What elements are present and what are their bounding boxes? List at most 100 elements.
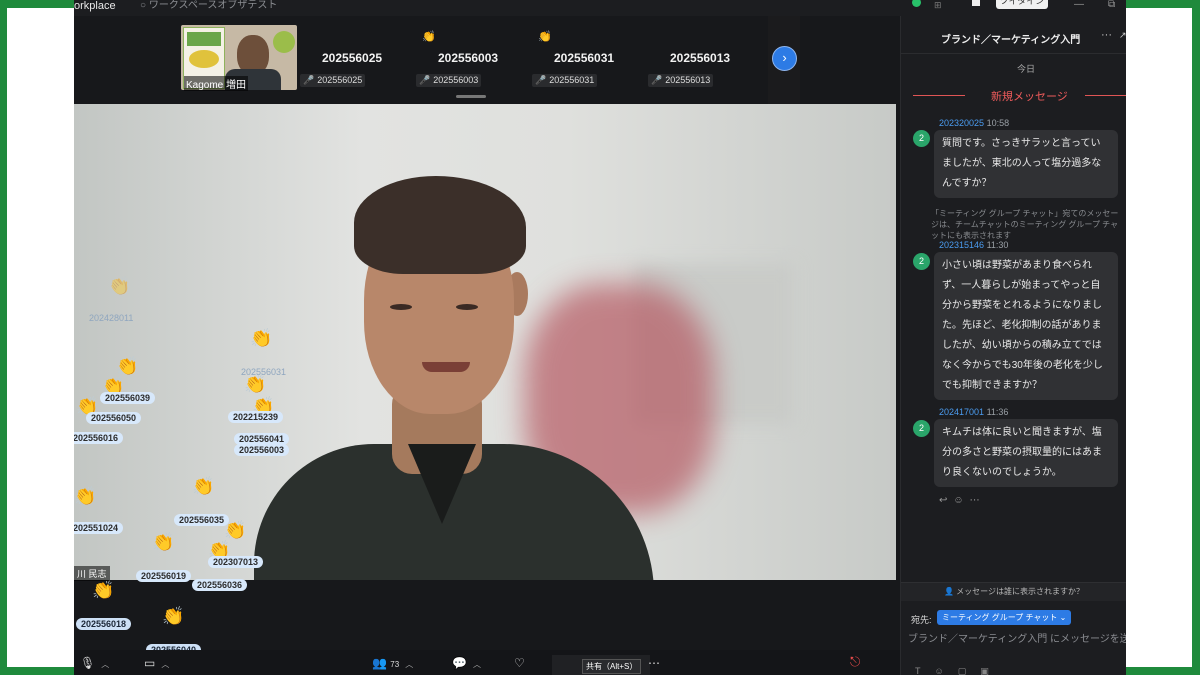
record-icon[interactable] — [972, 0, 980, 6]
chevron-up-icon[interactable]: ︿ — [101, 660, 109, 669]
participant-tile-name[interactable]: 202556003 — [438, 51, 498, 65]
security-shield-icon[interactable] — [912, 0, 921, 7]
microphone-icon[interactable]: 🎙 — [80, 656, 95, 670]
more-icon[interactable]: ⋯ — [970, 495, 986, 506]
minimize-icon[interactable]: — — [1074, 0, 1084, 10]
pop-out-icon[interactable]: ↗ — [1119, 30, 1126, 41]
message-input[interactable]: ブランド／マーケティング入門 にメッセージを送信 — [908, 630, 1126, 645]
raised-hand-icon: 👏 — [538, 31, 552, 43]
title-bar: orkplace ○ ワークスペースオブザテスト ⊞ ツイタイン — ⧉ — [74, 0, 1126, 16]
message-bubble[interactable]: キムチは体に良いと聞きますが、塩分の多さと野菜の摂取量的にはあまり良くないのでし… — [934, 419, 1118, 487]
video-control[interactable]: ▭ ︿ — [144, 656, 169, 670]
message-actions: ↩☺⋯ — [939, 495, 986, 506]
message-meta: 202320025 10:58 — [939, 118, 1009, 128]
participant-tile-name[interactable]: 202556013 — [670, 51, 730, 65]
clap-icon: 👏 — [162, 606, 185, 626]
workspace-name: ○ ワークスペースオブザテスト — [140, 0, 278, 11]
tile-sub-text: 202556031 — [549, 75, 595, 85]
chevron-up-icon[interactable]: ︿ — [473, 660, 481, 669]
participant-tile-name[interactable]: 202556031 — [554, 51, 614, 65]
speaker-collar — [408, 444, 476, 524]
more-icon[interactable]: ⋯ — [648, 656, 660, 670]
clap-icon: 👏 — [92, 580, 115, 600]
sender-id[interactable]: 202315146 — [939, 240, 984, 250]
screenshot-icon[interactable]: ▣ — [980, 666, 1003, 675]
topbar-button[interactable]: ツイタイン — [996, 0, 1048, 9]
emoji-icon[interactable]: ☺ — [953, 495, 969, 506]
text-format-icon[interactable]: T — [915, 666, 935, 675]
mic-muted-icon: 🎤 — [303, 75, 315, 85]
mic-muted-icon: 🎤 — [535, 75, 547, 85]
view-icon[interactable]: ⊞ — [934, 0, 942, 11]
speaker-name-tag: 川 民志 — [74, 566, 110, 581]
more-options-icon[interactable]: ··· — [1101, 29, 1112, 41]
new-messages-label: 新規メッセージ — [991, 91, 1068, 103]
participant-tile-label: 🎤 202556025 — [300, 74, 366, 87]
reply-icon[interactable]: ↩ — [939, 495, 953, 506]
share-tooltip: 共有（Alt+S） — [582, 659, 642, 674]
mic-control[interactable]: 🎙 ︿ — [80, 656, 109, 670]
avatar[interactable]: 2 — [913, 420, 930, 437]
outer-frame-left — [7, 8, 74, 667]
emoji-icon[interactable]: ☺ — [935, 666, 958, 675]
participant-tile-name[interactable]: 202556025 — [322, 51, 382, 65]
reaction-id: 202556018 — [76, 618, 132, 630]
message-time: 10:58 — [986, 118, 1010, 128]
active-speaker-video[interactable] — [74, 104, 896, 580]
chevron-right-icon[interactable]: › — [772, 46, 797, 71]
vegetable-image — [273, 31, 295, 53]
participant-strip: Kagome 増田 202556025 🎤 202556025 👏 2025560… — [74, 16, 900, 104]
date-separator: 今日 — [1016, 64, 1035, 74]
leave-icon[interactable]: ⎋ — [850, 654, 866, 670]
message-meta: 202417001 11:36 — [939, 407, 1008, 417]
recipient-select[interactable]: ミーティング グループ チャット ⌄ — [937, 610, 1072, 625]
message-bubble[interactable]: 小さい頃は野菜があまり食べられず、一人暮らしが始まってやっと自分から野菜をとれる… — [934, 252, 1118, 400]
speaker-eye — [456, 304, 478, 310]
chat-bubble-icon[interactable]: 💬 — [452, 656, 467, 670]
message-bubble[interactable]: 質問です。さっきサラッと言っていましたが、東北の人って塩分過多なんですか？ — [934, 130, 1118, 198]
format-toolbar: T☺▢▣ — [915, 666, 1003, 675]
speaker-hair — [354, 176, 526, 274]
tile-sub-text: 202556013 — [665, 75, 711, 85]
message-time: 11:36 — [986, 407, 1009, 417]
message-meta: 202315146 11:30 — [939, 240, 1008, 250]
participant-tile-label: 🎤 202556031 — [532, 74, 598, 87]
thumb-name-label: Kagome 増田 — [184, 76, 249, 91]
visibility-text: メッセージは誰に表示されますか？ — [956, 587, 1085, 596]
new-messages-divider: 新規メッセージ — [913, 88, 1126, 103]
outer-frame-right — [1126, 8, 1192, 667]
app-name: orkplace — [74, 0, 116, 12]
file-icon[interactable]: ▢ — [958, 666, 981, 675]
restore-icon[interactable]: ⧉ — [1108, 0, 1115, 10]
participants-icon[interactable]: 👥 — [372, 656, 387, 670]
chevron-up-icon[interactable]: ︿ — [161, 660, 169, 669]
tile-sub-text: 202556025 — [317, 75, 363, 85]
reactions-control[interactable]: ♡ — [514, 656, 525, 670]
mic-muted-icon: 🎤 — [651, 75, 663, 85]
speaker-mouth — [422, 362, 470, 372]
speaker-eye — [390, 304, 412, 310]
participant-tile-label: 🎤 202556013 — [648, 74, 714, 87]
chat-title: ブランド／マーケティング入門 — [941, 35, 1081, 46]
chat-control[interactable]: 💬 ︿ — [452, 656, 481, 670]
chevron-up-icon[interactable]: ︿ — [405, 660, 413, 669]
person-icon: 👤 — [943, 587, 954, 596]
avatar[interactable]: 2 — [913, 253, 930, 270]
sender-id[interactable]: 202320025 — [939, 118, 984, 128]
camera-icon[interactable]: ▭ — [144, 656, 155, 670]
participant-tile-label: 🎤 202556003 — [416, 74, 482, 87]
chat-panel: ブランド／マーケティング入門 ··· ↗ 今日 新規メッセージ 2 202320… — [900, 16, 1126, 675]
avatar[interactable]: 2 — [913, 130, 930, 147]
sender-id[interactable]: 202417001 — [939, 407, 984, 417]
participants-control[interactable]: 👥 73 ︿ — [372, 656, 413, 670]
mic-muted-icon: 🎤 — [419, 75, 431, 85]
heart-icon[interactable]: ♡ — [514, 656, 525, 670]
raised-hand-icon: 👏 — [422, 31, 436, 43]
strip-resize-handle[interactable] — [456, 95, 486, 98]
visibility-info[interactable]: 👤 メッセージは誰に表示されますか？ — [901, 582, 1126, 601]
participants-count: 73 — [390, 660, 400, 669]
recipient-label: 宛先: — [911, 615, 932, 625]
meeting-controls-bar: 🎙 ︿ ▭ ︿ 👥 73 ︿ 💬 ︿ ♡ — [74, 650, 900, 675]
reaction-id: 202556036 — [192, 579, 248, 591]
divider — [901, 53, 1126, 54]
